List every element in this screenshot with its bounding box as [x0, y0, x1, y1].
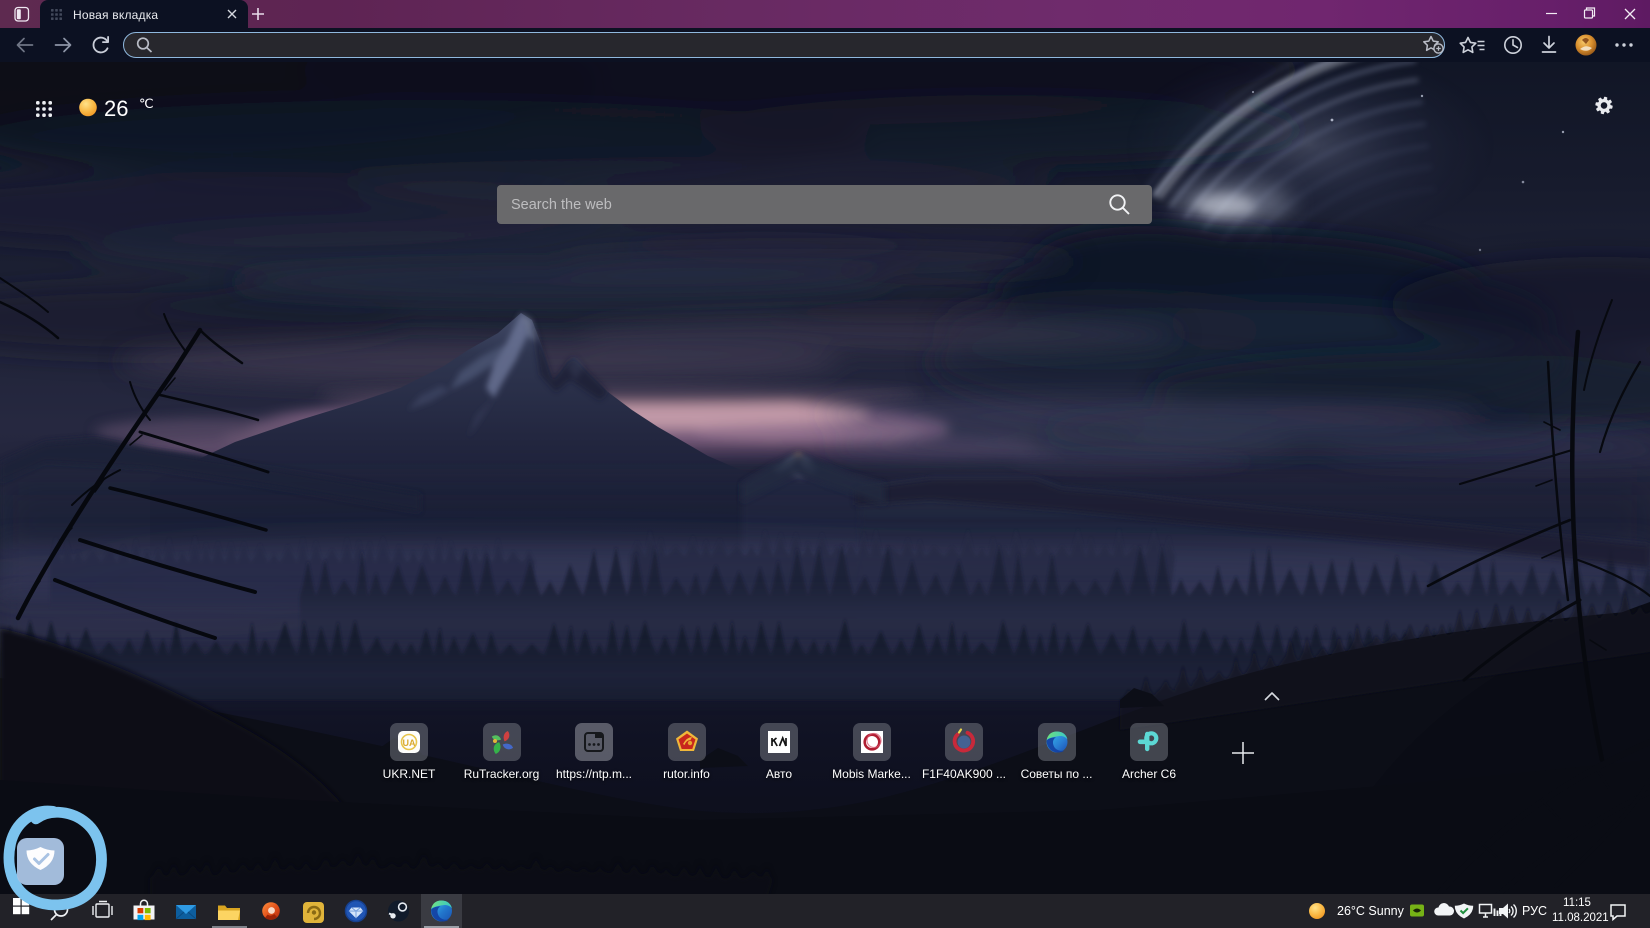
svg-text:UA: UA [403, 738, 416, 748]
